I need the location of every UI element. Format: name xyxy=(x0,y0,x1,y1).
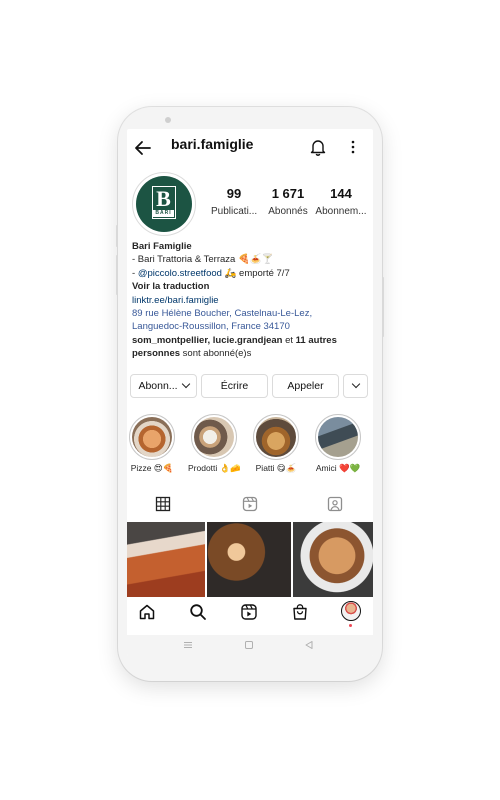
followed-by[interactable]: personnes sont abonné(e)s xyxy=(132,347,370,360)
side-button xyxy=(116,255,118,295)
followers-count[interactable]: 1 671 Abonnés xyxy=(265,186,311,218)
bio-line: - Bari Trattoria & Terraza 🍕🍝🍸 xyxy=(132,254,274,266)
highlight-label: Piatti 😋🍝 xyxy=(255,463,297,473)
back-triangle-icon[interactable] xyxy=(304,640,314,650)
following-count[interactable]: 144 Abonnem... xyxy=(315,186,367,218)
side-button xyxy=(116,225,118,247)
profile-avatar[interactable] xyxy=(341,601,361,621)
search-icon[interactable] xyxy=(189,603,207,621)
logo-letter: B xyxy=(156,186,171,211)
arrow-left-icon[interactable] xyxy=(133,138,153,158)
pizza-photo xyxy=(132,417,172,457)
highlight-ring xyxy=(315,414,361,460)
home-icon[interactable] xyxy=(138,603,156,621)
see-translation-link[interactable]: Voir la traduction xyxy=(132,280,370,293)
front-camera xyxy=(165,117,171,123)
product-photo xyxy=(194,417,234,457)
system-navigation-bar xyxy=(127,635,373,656)
highlight-label: Amici ❤️💚 xyxy=(315,463,361,473)
address-line[interactable]: 89 rue Hélène Boucher, Castelnau-Le-Lez, xyxy=(132,307,370,320)
stat-value: 1 671 xyxy=(271,186,305,201)
more-vertical-icon[interactable] xyxy=(346,137,360,157)
grid-icon[interactable] xyxy=(155,496,171,512)
post-thumbnail[interactable] xyxy=(293,522,373,597)
followed-by-names: som_montpellier, lucie.grandjean xyxy=(132,334,283,346)
posts-count[interactable]: 99 Publicati... xyxy=(211,186,257,218)
mention-link[interactable]: @piccolo.streetfood xyxy=(138,268,222,279)
shop-icon[interactable] xyxy=(291,603,309,621)
message-label: Écrire xyxy=(220,380,249,392)
stat-value: 99 xyxy=(226,186,242,201)
highlight-amici[interactable]: Amici ❤️💚 xyxy=(312,414,364,474)
followed-by-persons: personnes xyxy=(132,348,181,360)
bio-line: - @piccolo.streetfood 🛵 emporté 7/7 xyxy=(132,267,370,280)
highlight-ring xyxy=(129,414,175,460)
profile-header: bari.famiglie xyxy=(127,129,373,169)
reels-icon[interactable] xyxy=(240,603,258,621)
highlight-label: Prodotti 👌🧀 xyxy=(188,463,241,473)
tagged-icon[interactable] xyxy=(327,496,343,512)
bell-icon[interactable] xyxy=(309,138,327,156)
suggestions-button[interactable] xyxy=(343,374,368,398)
chevron-down-icon xyxy=(181,379,190,389)
chevron-down-icon xyxy=(351,379,360,389)
posts-grid xyxy=(127,522,373,597)
follow-label: Abonn... xyxy=(138,380,178,392)
followed-by-and: et xyxy=(282,334,296,346)
website-link[interactable]: linktr.ee/bari.famiglie xyxy=(132,294,370,307)
highlight-prodotti[interactable]: Prodotti 👌🧀 xyxy=(188,414,241,474)
highlight-pizze[interactable]: Pizze 😍🍕 xyxy=(127,414,178,474)
highlight-ring xyxy=(191,414,237,460)
stat-label: Abonnem... xyxy=(315,206,367,217)
profile-avatar[interactable]: B BARI xyxy=(132,172,196,236)
friends-photo xyxy=(318,417,358,457)
home-button-icon[interactable] xyxy=(244,640,254,650)
call-label: Appeler xyxy=(287,380,324,392)
post-thumbnail[interactable] xyxy=(127,522,205,597)
followed-by-count: 11 autres xyxy=(295,334,337,346)
highlight-ring xyxy=(253,414,299,460)
stat-label: Publicati... xyxy=(211,206,258,217)
content-tabs xyxy=(127,489,373,519)
stat-value: 144 xyxy=(330,186,352,201)
recents-icon[interactable] xyxy=(183,640,193,650)
message-button[interactable]: Écrire xyxy=(201,374,268,398)
dish-photo xyxy=(256,417,296,457)
call-button[interactable]: Appeler xyxy=(272,374,339,398)
followed-by-suffix: sont abonné(e)s xyxy=(180,348,252,360)
stat-label: Abonnés xyxy=(268,206,308,217)
highlight-piatti[interactable]: Piatti 😋🍝 xyxy=(250,414,302,474)
bio-suffix: 🛵 emporté 7/7 xyxy=(221,267,290,279)
address-line[interactable]: Languedoc-Roussillon, France 34170 xyxy=(132,320,370,333)
profile-username: bari.famiglie xyxy=(171,136,254,152)
followed-by[interactable]: som_montpellier, lucie.grandjean et 11 a… xyxy=(132,334,370,347)
profile-bio: Bari Famiglie - Bari Trattoria & Terraza… xyxy=(132,240,370,361)
profile-display-name: Bari Famiglie xyxy=(132,241,192,252)
reels-icon[interactable] xyxy=(242,496,258,512)
highlight-label: Pizze 😍🍕 xyxy=(130,463,174,473)
notification-dot xyxy=(349,624,352,627)
logo-caption: BARI xyxy=(153,210,174,217)
app-screen: bari.famiglie B BARI 99 Publicati... 1 6… xyxy=(127,129,373,656)
logo-mark: B BARI xyxy=(152,186,176,219)
follow-button[interactable]: Abonn... xyxy=(130,374,197,398)
side-button xyxy=(382,277,384,337)
post-thumbnail[interactable] xyxy=(207,522,291,597)
bari-logo: B BARI xyxy=(136,176,192,232)
phone-frame: bari.famiglie B BARI 99 Publicati... 1 6… xyxy=(116,107,384,681)
bottom-navigation xyxy=(127,597,373,627)
